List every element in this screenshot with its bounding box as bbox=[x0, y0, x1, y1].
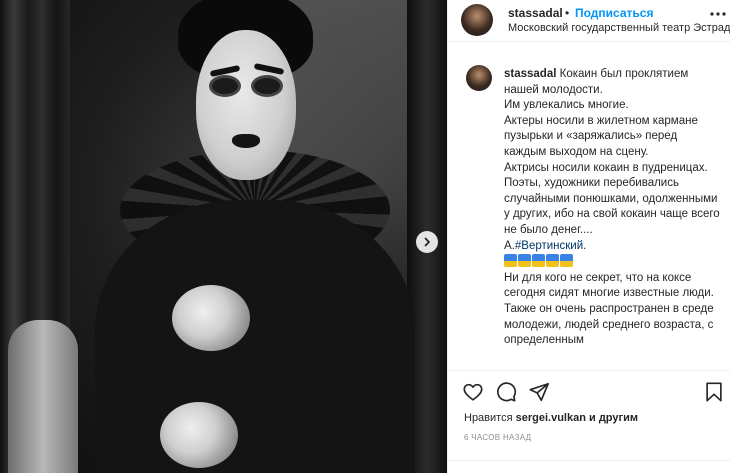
post-side-panel: stassadal • Подписаться Московский госуд… bbox=[447, 0, 730, 473]
photo-pompom-lower bbox=[160, 402, 238, 468]
comment-button[interactable] bbox=[495, 381, 517, 403]
like-button[interactable] bbox=[462, 381, 484, 403]
next-photo-button[interactable] bbox=[416, 231, 438, 253]
likes-summary: Нравится sergei.vulkan и другим bbox=[464, 412, 638, 424]
post-username[interactable]: stassadal bbox=[508, 6, 563, 20]
photo-costume bbox=[95, 200, 415, 473]
post-actions-section: Нравится sergei.vulkan и другим 6 часов … bbox=[448, 370, 730, 473]
share-button[interactable] bbox=[528, 381, 550, 403]
post-header: stassadal • Подписаться Московский госуд… bbox=[448, 0, 730, 42]
emoji-row bbox=[504, 254, 720, 271]
chevron-right-icon bbox=[424, 237, 430, 247]
post-timestamp[interactable]: 6 часов назад bbox=[464, 433, 531, 442]
photo-face bbox=[196, 30, 296, 180]
ukraine-flag-emoji bbox=[518, 254, 531, 268]
caption-line: Актрисы носили кокаин в пудреницах. bbox=[504, 161, 708, 174]
caption-text: stassadal Кокаин был проклятием нашей мо… bbox=[504, 67, 720, 349]
add-comment-bar[interactable] bbox=[448, 460, 730, 473]
ukraine-flag-emoji bbox=[504, 254, 517, 268]
liked-by-user[interactable]: sergei.vulkan bbox=[516, 412, 586, 424]
ukraine-flag-emoji bbox=[546, 254, 559, 268]
ukraine-flag-emoji bbox=[532, 254, 545, 268]
save-button[interactable] bbox=[703, 381, 725, 403]
hashtag-link[interactable]: #Вертинский bbox=[515, 240, 583, 252]
caption-line: Поэты, художники перебивались случайными… bbox=[504, 177, 720, 236]
photo-sleeve bbox=[8, 320, 78, 473]
separator-dot: • bbox=[565, 6, 570, 20]
photo-pompom-upper bbox=[172, 285, 250, 351]
caption-line: Также он очень распространен в среде мол… bbox=[504, 302, 714, 347]
bookmark-icon bbox=[706, 382, 722, 402]
caption-line: Актеры носили в жилетном кармане пузырьк… bbox=[504, 114, 698, 158]
caption-username[interactable]: stassadal bbox=[504, 68, 556, 80]
ukraine-flag-emoji bbox=[560, 254, 573, 268]
more-options-button[interactable] bbox=[710, 7, 726, 21]
more-options-icon bbox=[710, 12, 726, 16]
comment-icon bbox=[497, 382, 517, 402]
share-icon bbox=[529, 382, 549, 402]
post-location[interactable]: Московский государственный театр Эстрады bbox=[508, 22, 730, 34]
caption-line: Ни для кого не секрет, что на коксе сего… bbox=[504, 271, 714, 300]
likes-others[interactable]: и другим bbox=[589, 412, 638, 424]
heart-icon bbox=[463, 383, 483, 401]
caption-avatar[interactable] bbox=[466, 65, 492, 91]
caption-line: Им увлекались многие. bbox=[504, 99, 629, 112]
post-photo[interactable] bbox=[0, 0, 447, 473]
follow-button[interactable]: Подписаться bbox=[575, 6, 653, 20]
caption-author: А.#Вертинский. bbox=[504, 239, 587, 252]
caption-area: stassadal Кокаин был проклятием нашей мо… bbox=[448, 43, 730, 370]
avatar[interactable] bbox=[461, 4, 493, 36]
